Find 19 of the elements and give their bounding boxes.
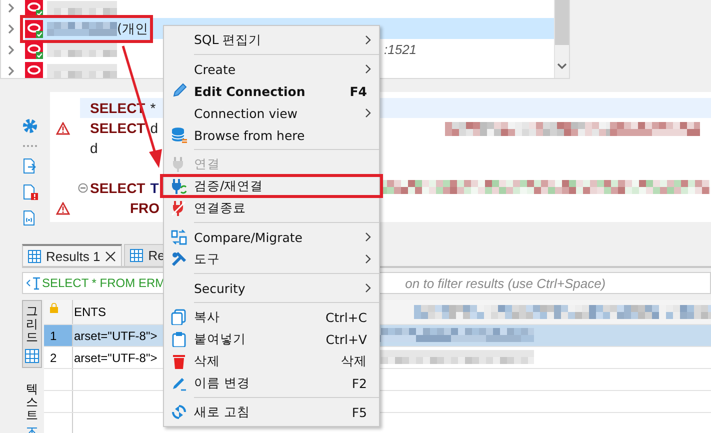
code-token: d [150, 120, 158, 136]
code-token: FRO [130, 200, 160, 216]
code-token: d [90, 140, 98, 156]
table-cell-text: arset="UTF-8"> [73, 350, 158, 366]
shortcut-label: Ctrl+V [326, 332, 367, 346]
table-cell-text: arset="UTF-8"> [73, 328, 158, 344]
row-number: 1 [44, 325, 73, 346]
row-number: 2 [44, 347, 73, 368]
shortcut-label: Ctrl+C [326, 310, 367, 324]
connection-host: :1521 [384, 42, 417, 57]
shortcut-label: 삭제 [341, 352, 367, 370]
code-token: SELECT [90, 120, 146, 136]
shortcut-label: F4 [350, 84, 367, 98]
connection-name: (개인 [117, 20, 148, 38]
code-token: SELECT [90, 180, 146, 196]
code-token: T [150, 180, 159, 196]
shortcut-label: F2 [352, 376, 367, 390]
shortcut-label: F5 [352, 404, 367, 420]
code-token: * [150, 100, 156, 116]
